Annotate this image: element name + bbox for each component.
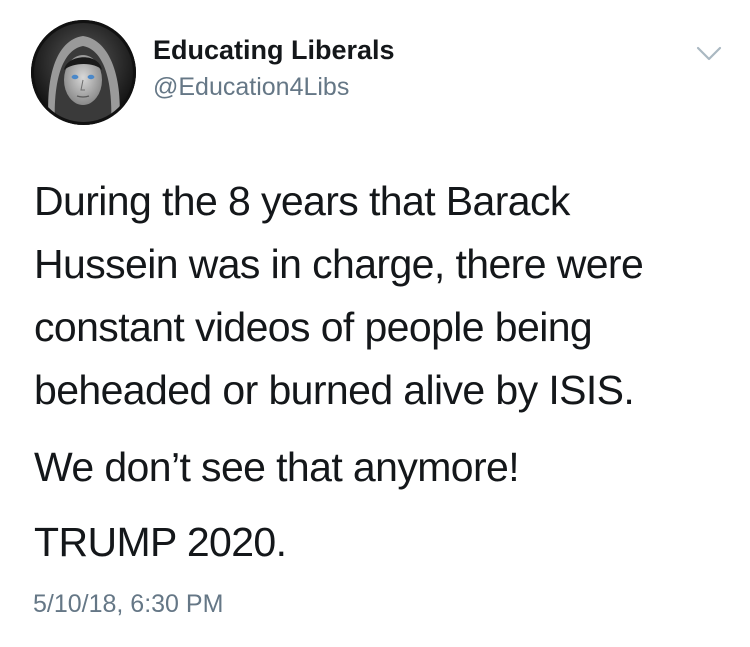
- tweet-line: We don’t see that anymore!: [34, 444, 520, 490]
- tweet-paragraph-2: We don’t see that anymore!: [34, 436, 734, 499]
- author-display-name[interactable]: Educating Liberals: [153, 35, 395, 66]
- tweet-paragraph-1: During the 8 years that Barack Hussein w…: [34, 170, 734, 422]
- tweet-line: Hussein was in charge, there were: [34, 241, 644, 287]
- author-handle[interactable]: @Education4Libs: [153, 73, 349, 102]
- tweet-text: During the 8 years that Barack Hussein w…: [34, 170, 734, 574]
- tweet-card: Educating Liberals @Education4Libs Durin…: [0, 0, 750, 647]
- tweet-paragraph-3: TRUMP 2020.: [34, 511, 734, 574]
- chevron-down-icon: [696, 46, 722, 61]
- tweet-line: During the 8 years that Barack: [34, 178, 570, 224]
- tweet-menu-button[interactable]: [694, 42, 724, 66]
- tweet-line: TRUMP 2020.: [34, 519, 287, 565]
- avatar[interactable]: [31, 20, 136, 125]
- tweet-line: beheaded or burned alive by ISIS.: [34, 367, 635, 413]
- tweet-line: constant videos of people being: [34, 304, 593, 350]
- tweet-timestamp[interactable]: 5/10/18, 6:30 PM: [33, 590, 223, 619]
- profile-photo-icon: [31, 20, 136, 125]
